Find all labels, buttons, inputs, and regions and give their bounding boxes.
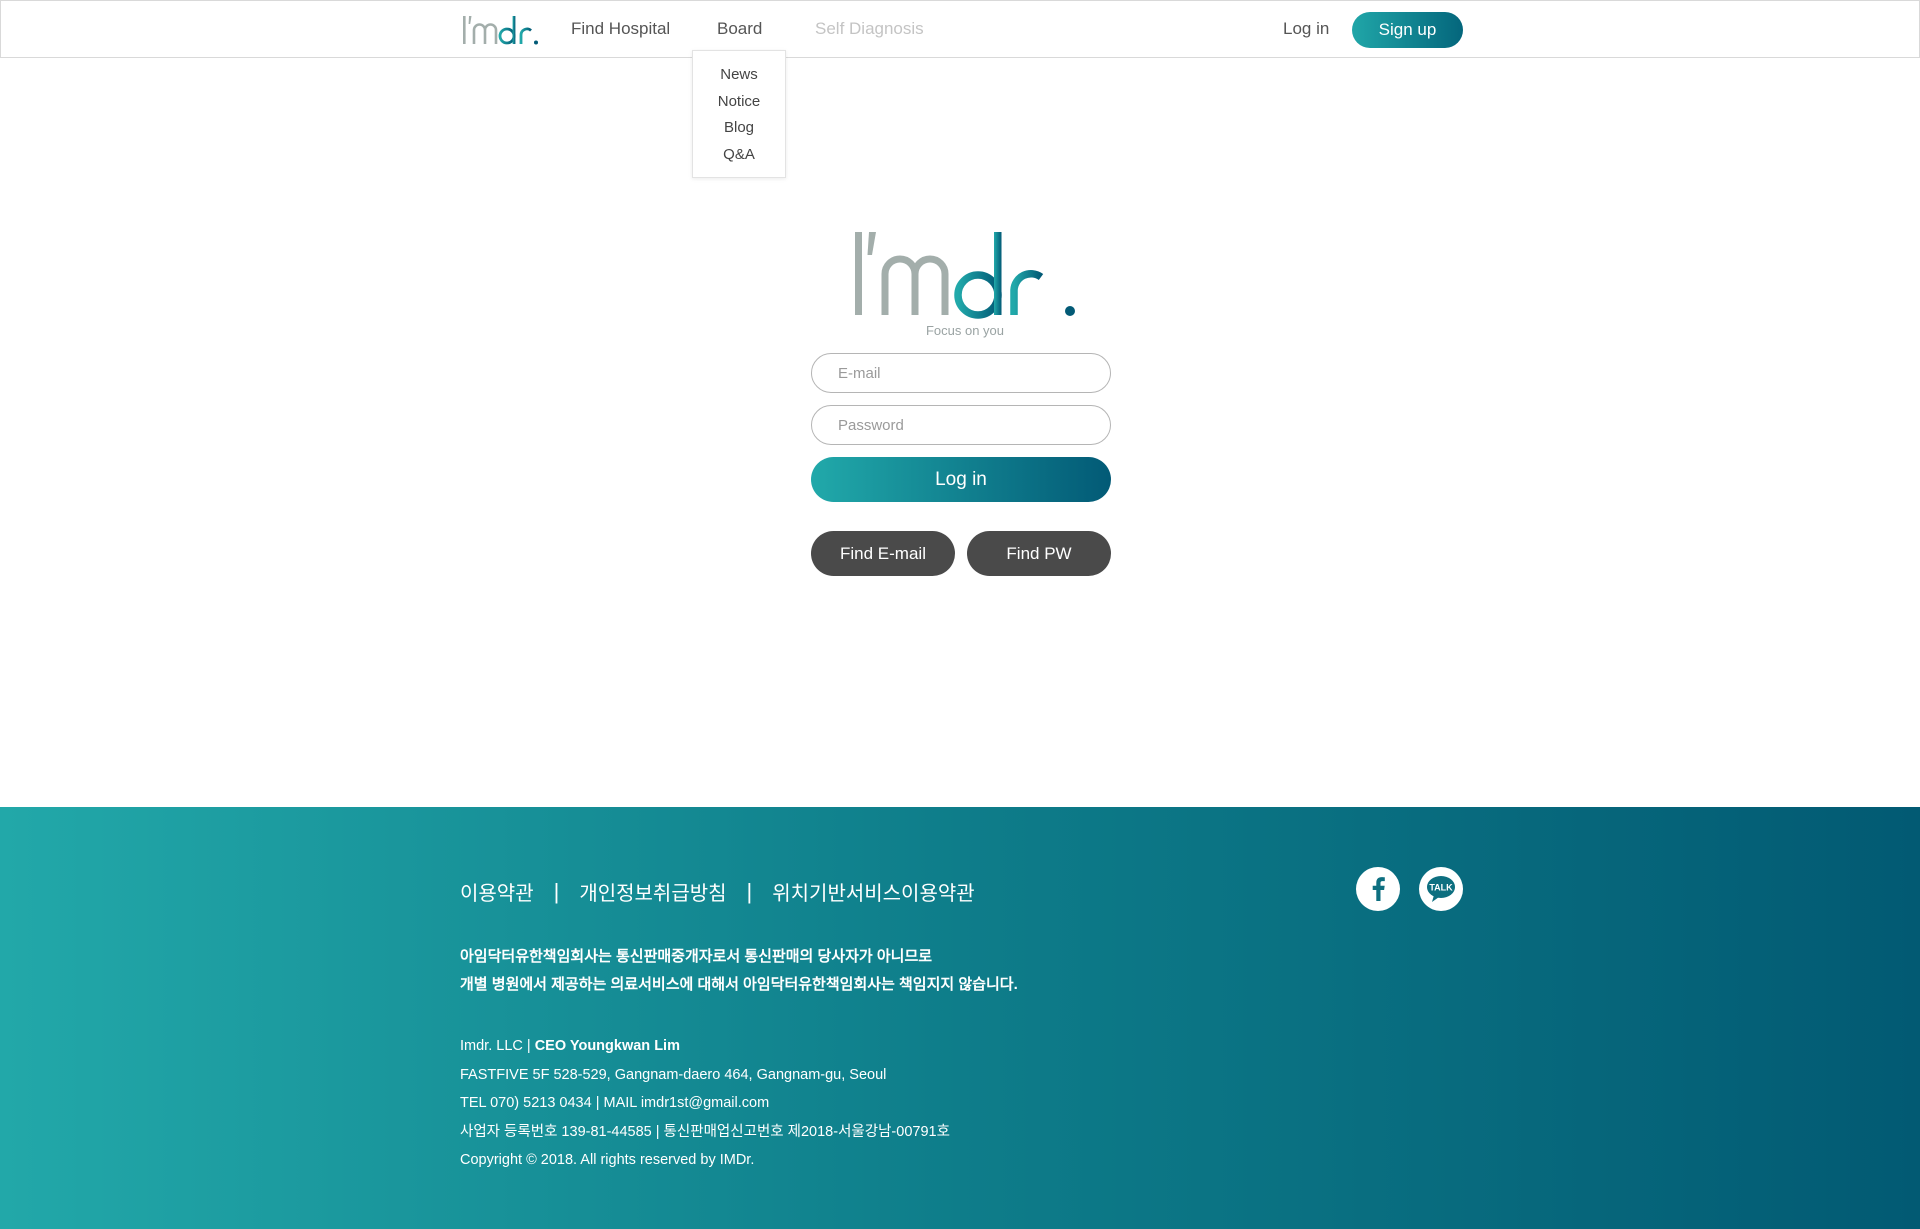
- copyright-text: Copyright © 2018. All rights reserved by…: [460, 1152, 755, 1168]
- board-menu-item-qa[interactable]: Q&A: [723, 145, 755, 172]
- nav-find-hospital[interactable]: Find Hospital: [571, 19, 670, 39]
- header-login-link[interactable]: Log in: [1283, 19, 1329, 39]
- disclaimer-line: 아임닥터유한책임회사는 통신판매중개자로서 통신판매의 당사자가 아니므로: [460, 948, 933, 965]
- location-terms-link[interactable]: 위치기반서비스이용약관: [772, 877, 974, 906]
- nav-self-diagnosis[interactable]: Self Diagnosis: [815, 19, 924, 39]
- signup-button[interactable]: Sign up: [1352, 12, 1463, 48]
- imdr-logo-icon: [463, 16, 538, 45]
- slogan-text: Focus on you: [925, 323, 1005, 338]
- footer-separator: |: [746, 878, 753, 904]
- find-password-button[interactable]: Find PW: [967, 531, 1111, 576]
- ceo-name: CEO Youngkwan Lim: [534, 1038, 680, 1054]
- company-line: Imdr. LLC | CEO Youngkwan Lim: [460, 1032, 950, 1061]
- login-button[interactable]: Log in: [811, 457, 1111, 502]
- company-address: FASTFIVE 5F 528-529, Gangnam-daero 464, …: [460, 1066, 887, 1083]
- company-name: Imdr. LLC |: [460, 1038, 531, 1054]
- footer-disclaimer: 아임닥터유한책임회사는 통신판매중개자로서 통신판매의 당사자가 아니므로 개별…: [460, 943, 1018, 999]
- terms-link[interactable]: 이용약관: [460, 877, 534, 906]
- board-menu-item-blog[interactable]: Blog: [724, 118, 754, 145]
- board-menu-item-notice[interactable]: Notice: [718, 92, 761, 119]
- facebook-button[interactable]: [1356, 867, 1400, 911]
- top-navbar: Find Hospital Board Self Diagnosis Log i…: [0, 0, 1920, 58]
- board-dropdown-menu: News Notice Blog Q&A: [692, 50, 786, 178]
- main-logo: [855, 232, 1075, 319]
- header-logo[interactable]: [461, 13, 539, 47]
- email-input[interactable]: [811, 353, 1111, 393]
- footer-separator: |: [553, 878, 560, 904]
- find-email-button[interactable]: Find E-mail: [811, 531, 955, 576]
- kakaotalk-icon: TALK: [1427, 876, 1455, 902]
- privacy-policy-link[interactable]: 개인정보취급방침: [579, 877, 726, 906]
- company-contact: TEL 070) 5213 0434 | MAIL imdr1st@gmail.…: [460, 1095, 770, 1111]
- footer: 이용약관 | 개인정보취급방침 | 위치기반서비스이용약관 아임닥터유한책임회사…: [0, 807, 1920, 1229]
- company-info: Imdr. LLC | CEO Youngkwan Lim FASTFIVE 5…: [460, 1032, 950, 1175]
- kakaotalk-button[interactable]: TALK: [1419, 867, 1463, 911]
- nav-board[interactable]: Board: [717, 19, 762, 39]
- facebook-icon: [1372, 877, 1385, 901]
- password-input[interactable]: [811, 405, 1111, 445]
- footer-links: 이용약관 | 개인정보취급방침 | 위치기반서비스이용약관: [460, 877, 975, 906]
- talk-label: TALK: [1429, 883, 1453, 893]
- board-menu-item-news[interactable]: News: [720, 65, 758, 92]
- disclaimer-line: 개별 병원에서 제공하는 의료서비스에 대해서 아임닥터유한책임회사는 책임지지…: [460, 976, 1018, 993]
- company-registration: 사업자 등록번호 139-81-44585 | 통신판매업신고번호 제2018-…: [460, 1123, 950, 1140]
